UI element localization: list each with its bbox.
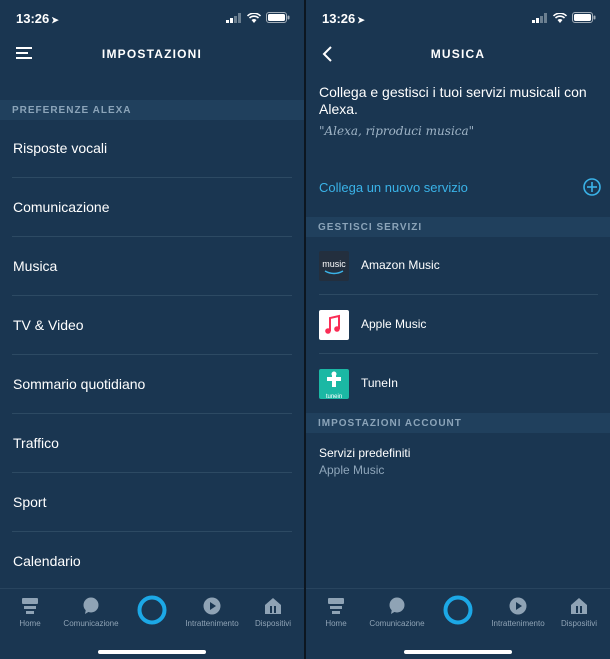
location-arrow-icon: ➤ bbox=[357, 15, 365, 25]
signal-icon bbox=[532, 12, 547, 23]
status-time: 13:26 ➤ bbox=[16, 11, 59, 26]
home-icon bbox=[22, 598, 38, 614]
connect-service-button[interactable]: Collega un nuovo servizio bbox=[306, 174, 610, 202]
battery-icon bbox=[572, 12, 596, 23]
status-bar: 13:26 ➤ bbox=[0, 0, 304, 36]
settings-item-tv-video[interactable]: TV & Video bbox=[0, 297, 304, 355]
signal-icon bbox=[226, 12, 241, 23]
alexa-button[interactable] bbox=[136, 594, 168, 626]
page-title: MUSICA bbox=[430, 47, 486, 61]
settings-item-communication[interactable]: Comunicazione bbox=[0, 179, 304, 237]
alexa-icon bbox=[443, 595, 473, 625]
devices-icon bbox=[265, 598, 281, 614]
settings-item-traffic[interactable]: Traffico bbox=[0, 415, 304, 473]
section-header-preferences: PREFERENZE ALEXA bbox=[0, 100, 304, 120]
play-icon bbox=[509, 597, 527, 615]
tab-bar: Home Comunicazione Intrattenimento Dispo… bbox=[306, 588, 610, 659]
tab-communication[interactable]: Comunicazione bbox=[367, 597, 427, 628]
tab-home[interactable]: Home bbox=[0, 597, 60, 628]
alexa-icon bbox=[137, 595, 167, 625]
tab-bar: Home Comunicazione Intrattenimento Dispo… bbox=[0, 588, 304, 659]
settings-item-calendar[interactable]: Calendario bbox=[0, 533, 304, 591]
tab-devices[interactable]: Dispositivi bbox=[243, 597, 303, 628]
amazon-music-icon: music bbox=[319, 251, 349, 281]
tunein-icon: tunein bbox=[319, 369, 349, 399]
tab-devices[interactable]: Dispositivi bbox=[549, 597, 609, 628]
tab-home[interactable]: Home bbox=[306, 597, 366, 628]
tab-entertainment[interactable]: Intrattenimento bbox=[182, 597, 242, 628]
apple-music-icon bbox=[319, 310, 349, 340]
home-indicator bbox=[404, 650, 512, 654]
settings-item-sports[interactable]: Sport bbox=[0, 474, 304, 532]
default-services-item[interactable]: Servizi predefiniti Apple Music bbox=[319, 446, 410, 477]
status-bar: 13:26 ➤ bbox=[306, 0, 610, 36]
page-title: IMPOSTAZIONI bbox=[101, 47, 203, 61]
tab-entertainment[interactable]: Intrattenimento bbox=[488, 597, 548, 628]
play-icon bbox=[203, 597, 221, 615]
divider bbox=[319, 294, 598, 295]
section-header-manage-services: GESTISCI SERVIZI bbox=[306, 217, 610, 237]
header: IMPOSTAZIONI bbox=[0, 36, 304, 72]
settings-screen: 13:26 ➤ IMPOSTAZIONI PREFERENZE ALEXA Ris… bbox=[0, 0, 304, 659]
wifi-icon bbox=[247, 12, 261, 23]
divider bbox=[12, 177, 292, 178]
voice-example: "Alexa, riproduci musica" bbox=[319, 124, 475, 138]
music-screen: 13:26 ➤ MUSICA Collega e gestisci i tuoi … bbox=[306, 0, 610, 659]
chat-bubble-icon bbox=[389, 597, 405, 614]
intro-text: Collega e gestisci i tuoi servizi musica… bbox=[319, 84, 587, 117]
settings-item-music[interactable]: Musica bbox=[0, 238, 304, 296]
tab-communication[interactable]: Comunicazione bbox=[61, 597, 121, 628]
divider bbox=[12, 413, 292, 414]
status-time: 13:26 ➤ bbox=[322, 11, 365, 26]
divider bbox=[12, 472, 292, 473]
wifi-icon bbox=[553, 12, 567, 23]
location-arrow-icon: ➤ bbox=[51, 15, 59, 25]
alexa-button[interactable] bbox=[442, 594, 474, 626]
service-tunein[interactable]: tunein TuneIn bbox=[306, 355, 610, 413]
divider bbox=[12, 236, 292, 237]
service-apple-music[interactable]: Apple Music bbox=[306, 296, 610, 354]
service-amazon-music[interactable]: music Amazon Music bbox=[306, 237, 610, 295]
divider bbox=[12, 354, 292, 355]
divider bbox=[319, 353, 598, 354]
home-indicator bbox=[98, 650, 206, 654]
divider bbox=[12, 295, 292, 296]
plus-circle-icon bbox=[583, 178, 601, 196]
settings-item-daily-summary[interactable]: Sommario quotidiano bbox=[0, 356, 304, 414]
settings-item-voice-responses[interactable]: Risposte vocali bbox=[0, 120, 304, 178]
section-header-account-settings: IMPOSTAZIONI ACCOUNT bbox=[306, 413, 610, 433]
chat-bubble-icon bbox=[83, 597, 99, 614]
header: MUSICA bbox=[306, 36, 610, 72]
devices-icon bbox=[571, 598, 587, 614]
divider bbox=[12, 531, 292, 532]
home-icon bbox=[328, 598, 344, 614]
battery-icon bbox=[266, 12, 290, 23]
